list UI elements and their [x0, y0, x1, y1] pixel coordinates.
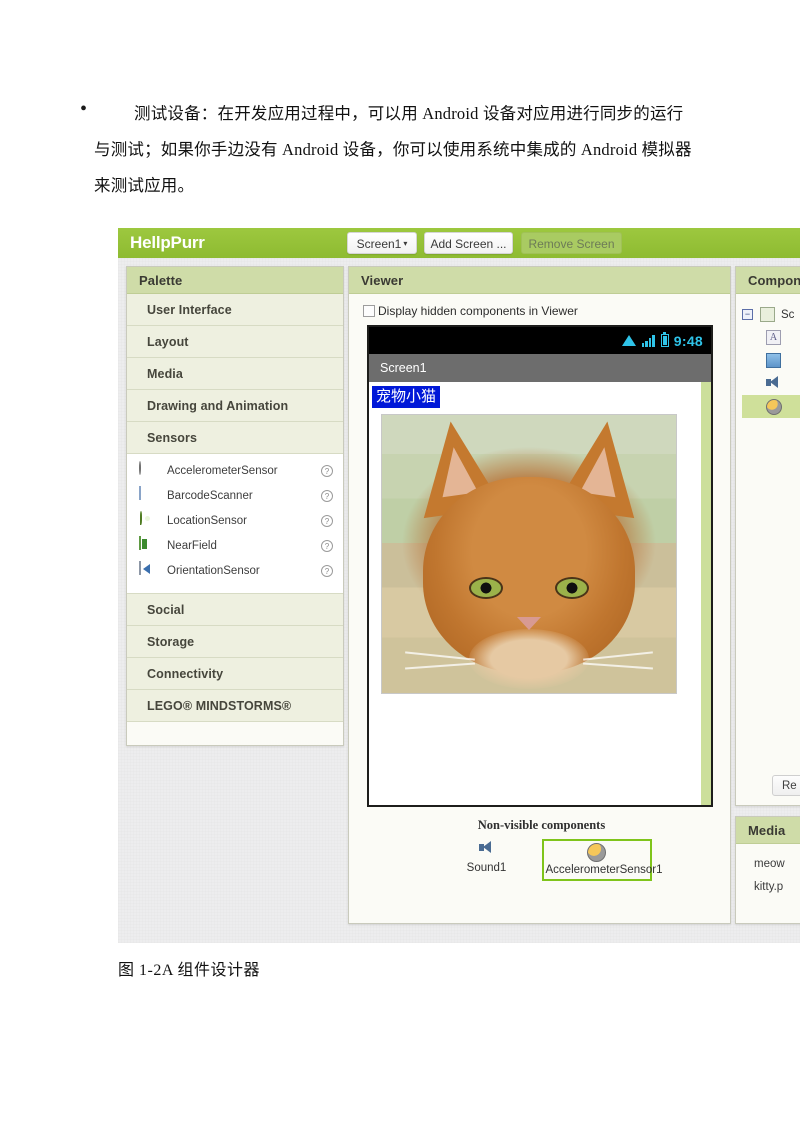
image-icon — [766, 353, 781, 368]
palette-item-label: LocationSensor — [167, 514, 247, 527]
screen-icon — [760, 307, 775, 322]
tree-item-image-component[interactable] — [742, 349, 800, 372]
tree-item-sound-component[interactable] — [742, 372, 800, 395]
tree-item-screen1[interactable]: − Sc — [742, 303, 800, 326]
speaker-icon — [766, 376, 781, 391]
palette-category-connectivity[interactable]: Connectivity — [127, 658, 343, 690]
palette-item-locationsensor[interactable]: LocationSensor ? — [127, 508, 343, 533]
palette-category-sensors[interactable]: Sensors — [127, 422, 343, 454]
label-component[interactable]: 宠物小猫 — [372, 386, 441, 408]
non-visible-component-accelerometersensor1[interactable]: AccelerometerSensor1 — [541, 839, 662, 881]
battery-icon — [660, 331, 669, 347]
palette-category-social[interactable]: Social — [127, 594, 343, 626]
component-tree: − Sc A — [736, 294, 800, 418]
palette-item-barcodescanner[interactable]: BarcodeScanner ? — [127, 483, 343, 508]
wifi-icon — [621, 335, 637, 346]
media-panel: Media meow kitty.p — [735, 816, 800, 924]
phone-preview: 9:48 Screen1 宠物小猫 — [367, 325, 713, 807]
speaker-icon — [434, 841, 540, 861]
nearfield-icon — [139, 536, 156, 554]
image-component[interactable] — [381, 414, 677, 694]
barcode-icon — [139, 486, 156, 504]
app-inventor-screenshot: HellpPurr Screen1 ▾ Add Screen ... Remove… — [118, 228, 800, 943]
phone-title-bar: Screen1 — [369, 354, 711, 382]
palette-category-drawing-and-animation[interactable]: Drawing and Animation — [127, 390, 343, 422]
palette-item-label: AccelerometerSensor — [167, 464, 278, 477]
palette-list-spacer — [127, 583, 343, 589]
cat-illustration — [405, 415, 653, 689]
media-file-list: meow kitty.p — [736, 844, 800, 899]
help-icon[interactable]: ? — [321, 539, 333, 552]
app-title: HellpPurr — [130, 233, 205, 252]
screen-selector-button[interactable]: Screen1 ▾ — [347, 232, 417, 254]
palette-sensor-list: AccelerometerSensor ? BarcodeScanner ? L… — [127, 454, 343, 594]
help-icon[interactable]: ? — [321, 464, 333, 477]
label-icon: A — [766, 330, 781, 345]
palette-category-layout[interactable]: Layout — [127, 326, 343, 358]
chevron-down-icon: ▾ — [403, 239, 408, 248]
viewer-header: Viewer — [349, 267, 730, 294]
help-icon[interactable]: ? — [321, 489, 333, 502]
tree-item-accelerometer-component[interactable] — [742, 395, 800, 418]
non-visible-component-label: AccelerometerSensor1 — [545, 864, 663, 876]
palette-header: Palette — [127, 267, 343, 294]
orientation-icon — [139, 561, 156, 579]
figure-caption: 图 1-2A 组件设计器 — [118, 962, 261, 979]
palette-item-label: BarcodeScanner — [167, 489, 253, 502]
viewer-body: Display hidden components in Viewer 9:48… — [349, 294, 730, 881]
document-paragraph: • 测试设备：在开发应用过程中，可以用 Android 设备对应用进行同步的运行… — [80, 96, 700, 204]
palette-category-media[interactable]: Media — [127, 358, 343, 390]
signal-icon — [641, 334, 656, 347]
phone-screen-area: 宠物小猫 — [369, 382, 711, 805]
accelerometer-icon — [546, 843, 648, 863]
palette-item-accelerometersensor[interactable]: AccelerometerSensor ? — [127, 458, 343, 483]
remove-screen-button[interactable]: Remove Screen — [521, 232, 622, 254]
status-time: 9:48 — [673, 332, 703, 349]
paragraph-text: 测试设备：在开发应用过程中，可以用 Android 设备对应用进行同步的运行与测… — [94, 104, 692, 195]
viewer-scroll-strip[interactable] — [701, 382, 711, 805]
media-file-item[interactable]: meow — [754, 853, 800, 876]
help-icon[interactable]: ? — [321, 514, 333, 527]
palette-category-lego-mindstorms[interactable]: LEGO® MINDSTORMS® — [127, 690, 343, 722]
components-header: Compone — [736, 267, 800, 294]
display-hidden-components-label: Display hidden components in Viewer — [378, 304, 578, 318]
help-icon[interactable]: ? — [321, 564, 333, 577]
palette-item-label: OrientationSensor — [167, 564, 260, 577]
palette-item-orientationsensor[interactable]: OrientationSensor ? — [127, 558, 343, 583]
add-screen-button[interactable]: Add Screen ... — [424, 232, 513, 254]
palette-item-label: NearField — [167, 539, 217, 552]
non-visible-components-title: Non-visible components — [477, 818, 606, 832]
palette-panel: Palette User Interface Layout Media Draw… — [126, 266, 344, 746]
media-file-item[interactable]: kitty.p — [754, 876, 800, 899]
collapse-icon[interactable]: − — [742, 309, 753, 320]
phone-status-bar: 9:48 — [369, 327, 711, 354]
accelerometer-icon — [139, 461, 156, 479]
components-panel: Compone − Sc A Re — [735, 266, 800, 806]
tree-item-label-component[interactable]: A — [742, 326, 800, 349]
palette-item-nearfield[interactable]: NearField ? — [127, 533, 343, 558]
tree-item-label: Sc — [781, 308, 795, 321]
media-header: Media — [736, 817, 800, 844]
display-hidden-components-checkbox[interactable] — [363, 305, 375, 317]
location-pin-icon — [139, 511, 156, 529]
palette-category-storage[interactable]: Storage — [127, 626, 343, 658]
accelerometer-icon — [766, 399, 782, 415]
viewer-panel: Viewer Display hidden components in View… — [348, 266, 731, 924]
non-visible-component-label: Sound1 — [466, 862, 507, 874]
app-toolbar: HellpPurr Screen1 ▾ Add Screen ... Remove… — [118, 228, 800, 258]
non-visible-component-sound1[interactable]: Sound1 — [432, 839, 542, 877]
palette-category-user-interface[interactable]: User Interface — [127, 294, 343, 326]
non-visible-components-row: Sound1 AccelerometerSensor1 — [363, 839, 720, 881]
display-hidden-components-row[interactable]: Display hidden components in Viewer — [363, 304, 720, 318]
bullet-marker: • — [80, 98, 88, 120]
rename-button[interactable]: Re — [772, 775, 800, 796]
screen-selector-label: Screen1 — [356, 237, 402, 251]
